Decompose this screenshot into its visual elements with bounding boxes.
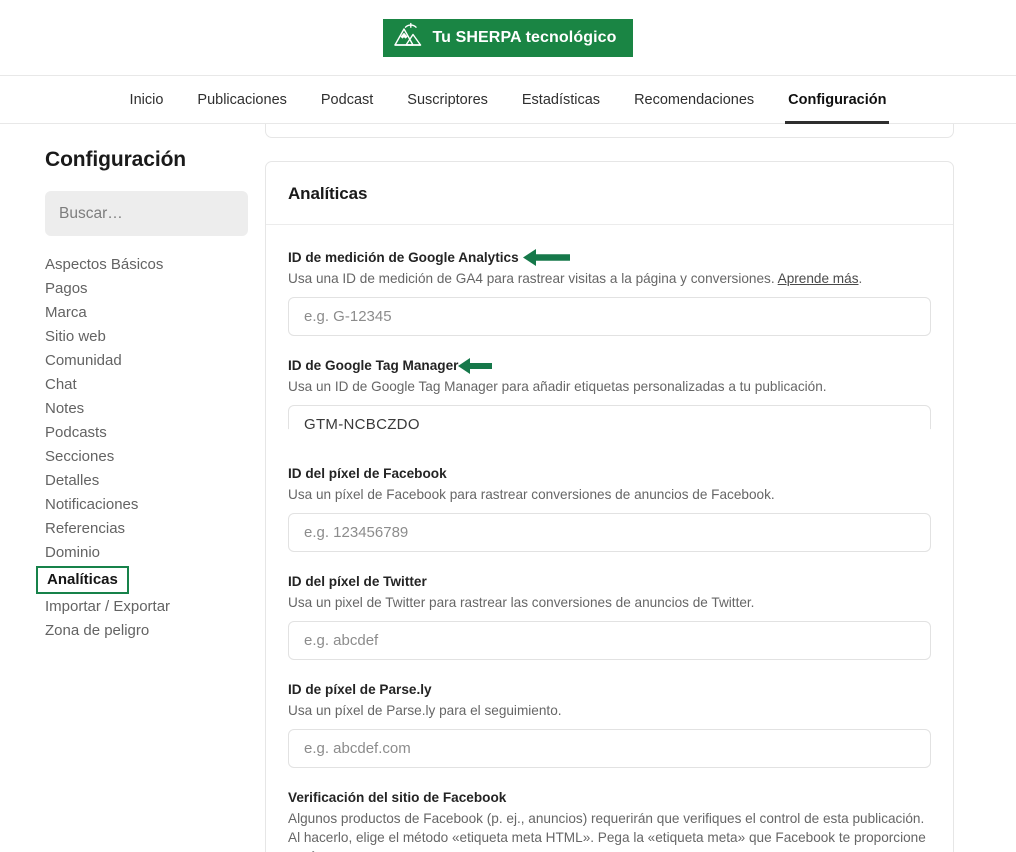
primary-nav: Inicio Publicaciones Podcast Suscriptore… bbox=[0, 76, 1016, 124]
settings-main: Analíticas ID de medición de Google Anal… bbox=[250, 124, 1016, 852]
previous-card-partial bbox=[265, 124, 954, 138]
google-analytics-description: Usa una ID de medición de GA4 para rastr… bbox=[288, 269, 931, 288]
settings-sidebar: Configuración Aspectos Básicos Pagos Mar… bbox=[0, 124, 250, 643]
site-logo[interactable]: Tu SHERPA tecnológico bbox=[383, 18, 633, 57]
twitter-pixel-input[interactable] bbox=[288, 621, 931, 660]
ga-desc-after: . bbox=[858, 271, 863, 286]
ga-desc-before: Usa una ID de medición de GA4 para rastr… bbox=[288, 271, 778, 286]
analytics-card: Analíticas ID de medición de Google Anal… bbox=[265, 161, 954, 852]
sidebar-item-secciones[interactable]: Secciones bbox=[45, 445, 114, 469]
page-title: Configuración bbox=[45, 148, 187, 171]
sidebar-item-notificaciones[interactable]: Notificaciones bbox=[45, 493, 138, 517]
masthead: Tu SHERPA tecnológico bbox=[0, 0, 1016, 76]
google-analytics-input[interactable] bbox=[288, 297, 931, 336]
sidebar-item-aspectos-basicos[interactable]: Aspectos Básicos bbox=[45, 253, 163, 277]
google-tag-manager-input[interactable] bbox=[288, 405, 931, 430]
nav-item-publicaciones[interactable]: Publicaciones bbox=[180, 76, 303, 123]
search-input[interactable] bbox=[45, 191, 248, 236]
settings-nav-list: Aspectos Básicos Pagos Marca Sitio web C… bbox=[36, 253, 250, 643]
field-parsely-pixel: ID de píxel de Parse.ly Usa un píxel de … bbox=[288, 681, 931, 768]
facebook-pixel-description: Usa un píxel de Facebook para rastrear c… bbox=[288, 487, 775, 502]
page-body: Configuración Aspectos Básicos Pagos Mar… bbox=[0, 124, 1016, 852]
mountain-sherpa-icon bbox=[393, 22, 423, 53]
field-google-tag-manager: ID de Google Tag Manager Usa un ID de Go… bbox=[288, 357, 931, 444]
logo-text: Tu SHERPA tecnológico bbox=[432, 28, 617, 46]
twitter-pixel-description: Usa un pixel de Twitter para rastrear la… bbox=[288, 595, 755, 610]
google-tag-manager-description: Usa un ID de Google Tag Manager para aña… bbox=[288, 379, 827, 394]
nav-item-recomendaciones[interactable]: Recomendaciones bbox=[617, 76, 771, 123]
sidebar-item-comunidad[interactable]: Comunidad bbox=[45, 349, 122, 373]
aprende-mas-link[interactable]: Aprende más bbox=[778, 271, 859, 286]
google-tag-manager-label-text: ID de Google Tag Manager bbox=[288, 358, 459, 373]
field-google-analytics: ID de medición de Google Analytics Usa u… bbox=[288, 249, 931, 336]
sidebar-item-referencias[interactable]: Referencias bbox=[45, 517, 125, 541]
facebook-verification-label: Verificación del sitio de Facebook bbox=[288, 790, 507, 805]
facebook-pixel-input[interactable] bbox=[288, 513, 931, 552]
analytics-card-header: Analíticas bbox=[266, 162, 953, 225]
sidebar-item-marca[interactable]: Marca bbox=[45, 301, 87, 325]
sidebar-item-chat[interactable]: Chat bbox=[45, 373, 77, 397]
google-analytics-label: ID de medición de Google Analytics bbox=[288, 249, 570, 266]
parsely-pixel-label: ID de píxel de Parse.ly bbox=[288, 682, 432, 697]
nav-item-estadisticas[interactable]: Estadísticas bbox=[505, 76, 617, 123]
sidebar-item-detalles[interactable]: Detalles bbox=[45, 469, 99, 493]
facebook-pixel-label: ID del píxel de Facebook bbox=[288, 466, 447, 481]
parsely-pixel-description: Usa un píxel de Parse.ly para el seguimi… bbox=[288, 703, 562, 718]
nav-item-podcast[interactable]: Podcast bbox=[304, 76, 390, 123]
left-arrow-annotation-gtm bbox=[458, 357, 493, 375]
nav-item-configuracion[interactable]: Configuración bbox=[771, 76, 903, 124]
field-facebook-verification: Verificación del sitio de Facebook Algun… bbox=[288, 789, 931, 852]
sidebar-item-dominio[interactable]: Dominio bbox=[45, 541, 100, 565]
google-tag-manager-label: ID de Google Tag Manager bbox=[288, 358, 493, 374]
nav-item-suscriptores[interactable]: Suscriptores bbox=[390, 76, 505, 123]
sidebar-item-notes[interactable]: Notes bbox=[45, 397, 84, 421]
field-twitter-pixel: ID del píxel de Twitter Usa un pixel de … bbox=[288, 573, 931, 660]
facebook-verification-description: Algunos productos de Facebook (p. ej., a… bbox=[288, 811, 926, 852]
analytics-card-title: Analíticas bbox=[288, 184, 368, 203]
analytics-card-body: ID de medición de Google Analytics Usa u… bbox=[266, 225, 953, 852]
sidebar-item-importar-exportar[interactable]: Importar / Exportar bbox=[45, 595, 170, 619]
field-facebook-pixel: ID del píxel de Facebook Usa un píxel de… bbox=[288, 465, 931, 552]
sidebar-item-sitio-web[interactable]: Sitio web bbox=[45, 325, 106, 349]
left-arrow-annotation-ga bbox=[522, 248, 570, 267]
twitter-pixel-label: ID del píxel de Twitter bbox=[288, 574, 427, 589]
parsely-pixel-input[interactable] bbox=[288, 729, 931, 768]
google-analytics-label-text: ID de medición de Google Analytics bbox=[288, 250, 519, 265]
sidebar-item-pagos[interactable]: Pagos bbox=[45, 277, 88, 301]
sidebar-item-zona-de-peligro[interactable]: Zona de peligro bbox=[45, 619, 149, 643]
sidebar-item-analiticas[interactable]: Analíticas bbox=[36, 566, 129, 594]
nav-item-inicio[interactable]: Inicio bbox=[113, 76, 181, 123]
gtm-input-wrap bbox=[288, 405, 931, 444]
sidebar-item-podcasts[interactable]: Podcasts bbox=[45, 421, 107, 445]
